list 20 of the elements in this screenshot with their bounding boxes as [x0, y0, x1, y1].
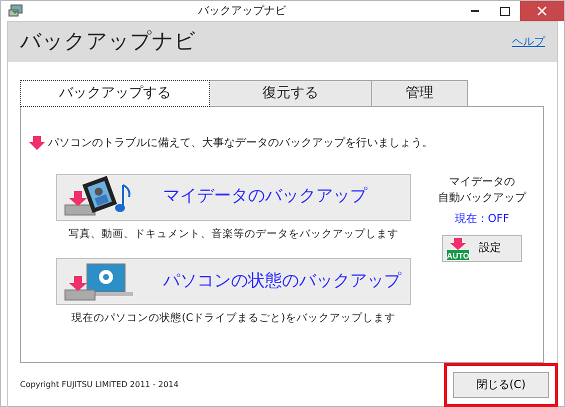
tab[interactable]: 管理	[371, 80, 468, 106]
window-title: バックアップナビ	[197, 2, 287, 19]
settings-button[interactable]: AUTO 設定	[442, 235, 522, 262]
help-link[interactable]: ヘルプ	[512, 34, 545, 50]
backup-button[interactable]: パソコンの状態のバックアップ	[56, 258, 411, 306]
backup-description: 写真、動画、ドキュメント、音楽等のデータをバックアップします	[68, 226, 400, 242]
close-icon[interactable]	[520, 1, 564, 21]
down-arrow-icon	[29, 136, 45, 150]
tab[interactable]: 復元する	[209, 80, 372, 106]
copyright-text: Copyright FUJITSU LIMITED 2011 - 2014	[20, 379, 179, 391]
backup-button[interactable]: マイデータのバックアップ	[56, 174, 411, 220]
backup-description: 現在のパソコンの状態(Cドライブまるごと)をバックアップします	[70, 311, 396, 326]
close-button[interactable]: 閉じる(C)	[453, 372, 549, 398]
auto-backup-title: マイデータの	[449, 174, 515, 190]
tab[interactable]: バックアップする	[20, 80, 210, 107]
app-title: バックアップナビ	[20, 29, 196, 55]
auto-backup-status: 現在：OFF	[454, 210, 510, 226]
intro-text: パソコンのトラブルに備えて、大事なデータのバックアップを行いましょう。	[48, 135, 433, 151]
auto-backup-title: 自動バックアップ	[438, 190, 526, 206]
app-icon	[8, 4, 24, 18]
